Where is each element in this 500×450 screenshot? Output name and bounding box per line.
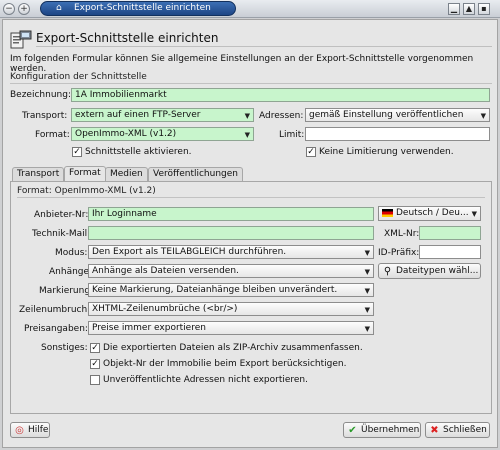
zeilenumbruch-value: XHTML-Zeilenumbrüche (<br/>) [92,304,238,314]
limit-input[interactable] [305,127,490,141]
maximize-icon[interactable]: ▲ [463,3,475,15]
close-button[interactable]: ✖ Schließen [425,422,490,438]
close-window-icon[interactable]: ▪ [478,3,490,15]
adressen-value: gemäß Einstellung veröffentlichen [309,110,464,120]
add-icon[interactable]: + [18,3,30,15]
dateitypen-button[interactable]: ⚲ Dateitypen wähl... [378,263,481,279]
preisangaben-select[interactable]: Preise immer exportieren ▼ [88,321,374,335]
menu-icon[interactable]: − [3,3,15,15]
modus-value: Den Export als TEILABGLEICH durchführen. [92,247,287,257]
close-x-icon: ✖ [430,425,439,436]
chevron-down-icon: ▼ [364,249,370,257]
bezeichnung-input[interactable]: 1A Immobilienmarkt [71,88,490,102]
minimize-icon[interactable]: ▁ [448,3,460,15]
modus-label: Modus: [55,248,88,258]
objekt-nr-option-label: Objekt-Nr der Immobilie beim Export berü… [103,359,347,369]
chevron-down-icon: ▼ [480,112,486,120]
anbieter-input[interactable]: Ihr Loginname [88,207,374,221]
transport-label: Transport: [22,111,68,121]
aktivieren-label: Schnittstelle aktivieren. [85,147,192,157]
tab-format[interactable]: Format [64,166,106,181]
limit-label: Limit: [279,130,305,140]
bezeichnung-label: Bezeichnung: [10,90,71,100]
chevron-down-icon: ▼ [364,306,370,314]
adressen-option-checkbox[interactable] [90,375,100,385]
technik-input[interactable] [88,226,374,240]
aktivieren-checkbox[interactable]: ✓ [72,147,82,157]
home-icon: ⌂ [56,3,62,13]
chevron-down-icon: ▼ [244,112,250,120]
xml-nr-input[interactable] [419,226,481,240]
window-title: Export-Schnittstelle einrichten [74,3,211,13]
id-praefix-input[interactable] [419,245,481,259]
close-label: Schließen [443,425,487,435]
lifebuoy-icon: ◎ [15,425,24,436]
modus-select[interactable]: Den Export als TEILABGLEICH durchführen.… [88,245,374,259]
sonstiges-label: Sonstiges: [41,343,88,353]
zip-option-checkbox[interactable]: ✓ [90,343,100,353]
markierung-value: Keine Markierung, Dateianhänge bleiben u… [92,285,338,295]
zeilenumbruch-label: Zeilenumbruch: [19,305,91,315]
language-select[interactable]: Deutsch / Deu... ▼ [378,206,481,221]
dateitypen-label: Dateitypen wähl... [396,266,479,276]
preisangaben-label: Preisangaben: [24,324,88,334]
page-title: Export-Schnittstelle einrichten [36,31,219,45]
xml-nr-label: XML-Nr: [384,229,420,239]
keine-limit-label: Keine Limitierung verwenden. [319,147,454,157]
window-titlebar[interactable]: − + ⌂ Export-Schnittstelle einrichten ▁ … [0,0,500,18]
window-title-pill: ⌂ Export-Schnittstelle einrichten [40,1,236,16]
format-label: Format: [35,130,70,140]
anbieter-label: Anbieter-Nr: [34,210,89,220]
chevron-down-icon: ▼ [364,268,370,276]
technik-label: Technik-Mail: [32,229,91,239]
format-select[interactable]: OpenImmo-XML (v1.2) ▼ [71,127,254,141]
config-section-divider [10,83,492,84]
preisangaben-value: Preise immer exportieren [92,323,206,333]
anhaenge-label: Anhänge: [49,267,93,277]
accept-label: Übernehmen [361,425,420,435]
file-types-icon: ⚲ [383,266,392,277]
zip-option-label: Die exportierten Dateien als ZIP-Archiv … [103,343,363,353]
export-interface-icon [10,30,32,49]
objekt-nr-option-checkbox[interactable]: ✓ [90,359,100,369]
accept-button[interactable]: ✔ Übernehmen [343,422,421,438]
adressen-option-label: Unveröffentlichte Adressen nicht exporti… [103,375,308,385]
adressen-label: Adressen: [259,111,304,121]
page-description: Im folgenden Formular können Sie allgeme… [10,54,474,74]
chevron-down-icon: ▼ [471,210,477,218]
config-section-title: Konfiguration der Schnittstelle [10,72,147,82]
chevron-down-icon: ▼ [364,287,370,295]
help-label: Hilfe [28,425,49,435]
chevron-down-icon: ▼ [244,131,250,139]
format-section-divider [17,197,485,198]
help-button[interactable]: ◎ Hilfe [10,422,50,438]
format-section-title: Format: OpenImmo-XML (v1.2) [17,186,156,196]
tab-veroeffentlichungen[interactable]: Veröffentlichungen [148,167,243,181]
markierung-label: Markierung: [39,286,94,296]
tab-medien[interactable]: Medien [105,167,148,181]
anhaenge-value: Anhänge als Dateien versenden. [92,266,239,276]
transport-select[interactable]: extern auf einen FTP-Server ▼ [71,108,254,122]
adressen-select[interactable]: gemäß Einstellung veröffentlichen ▼ [305,108,490,122]
transport-value: extern auf einen FTP-Server [75,110,201,120]
language-value: Deutsch / Deu... [396,208,469,218]
german-flag-icon [382,208,393,217]
keine-limit-checkbox[interactable]: ✓ [306,147,316,157]
title-divider [36,46,492,47]
checkmark-icon: ✔ [348,425,357,436]
zeilenumbruch-select[interactable]: XHTML-Zeilenumbrüche (<br/>) ▼ [88,302,374,316]
anhaenge-select[interactable]: Anhänge als Dateien versenden. ▼ [88,264,374,278]
format-value: OpenImmo-XML (v1.2) [75,129,177,139]
id-praefix-label: ID-Präfix: [378,248,420,258]
markierung-select[interactable]: Keine Markierung, Dateianhänge bleiben u… [88,283,374,297]
chevron-down-icon: ▼ [364,325,370,333]
tab-transport[interactable]: Transport [12,167,65,181]
